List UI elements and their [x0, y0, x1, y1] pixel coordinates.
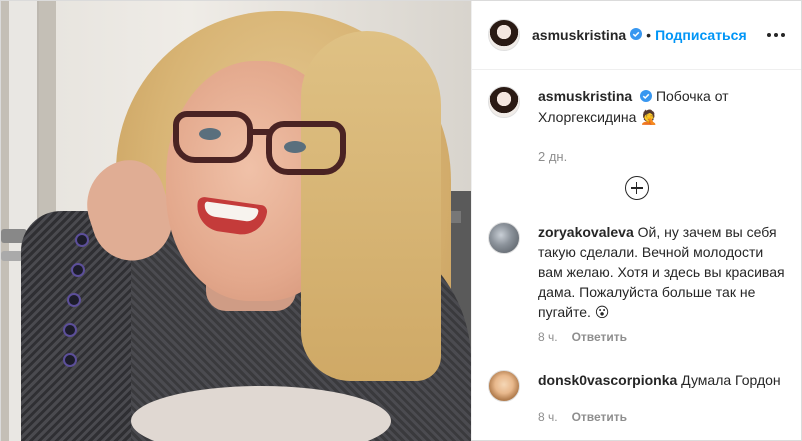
- comment-text: Думала Гордон: [681, 372, 781, 389]
- comment-body: donsk0vascorpionka Думала Гордон: [538, 370, 785, 402]
- photo-glasses-left-lens: [173, 111, 253, 163]
- comment-time[interactable]: 8 ч.: [538, 330, 558, 344]
- comment-meta: 8 ч. Ответить: [538, 330, 785, 344]
- photo-hair-front: [301, 31, 441, 381]
- photo-button: [63, 353, 77, 367]
- caption-meta: 2 дн.: [538, 149, 785, 164]
- photo-glasses-bridge: [249, 129, 269, 135]
- comment-item: donsk0vascorpionka Думала Гордон 8 ч. От…: [488, 370, 785, 424]
- comment-item: zoryakovaleva Ой, ну зачем вы себя такую…: [488, 222, 785, 344]
- commenter-avatar[interactable]: [488, 222, 520, 255]
- header-separator: •: [646, 27, 652, 43]
- comments-list: asmuskristina Побочка от Хлоргексидина 🤦…: [472, 70, 801, 424]
- caption-body: asmuskristina Побочка от Хлоргексидина 🤦: [538, 86, 785, 127]
- reply-button[interactable]: Ответить: [572, 330, 627, 344]
- author-username[interactable]: asmuskristina: [532, 27, 626, 43]
- commenter-username[interactable]: donsk0vascorpionka: [538, 372, 677, 388]
- commenter-username[interactable]: zoryakovaleva: [538, 224, 634, 240]
- comment-time[interactable]: 8 ч.: [538, 410, 558, 424]
- caption: asmuskristina Побочка от Хлоргексидина 🤦: [488, 86, 785, 127]
- instagram-post: asmuskristina • Подписаться asmuskristin…: [0, 0, 802, 441]
- reply-button[interactable]: Ответить: [572, 410, 627, 424]
- photo-button: [71, 263, 85, 277]
- verified-badge-icon: [640, 87, 653, 107]
- photo-button: [67, 293, 81, 307]
- post-photo[interactable]: [1, 1, 471, 441]
- photo-button: [75, 233, 89, 247]
- comment-meta: 8 ч. Ответить: [538, 410, 785, 424]
- load-more-comments: [488, 176, 785, 201]
- caption-time[interactable]: 2 дн.: [538, 149, 567, 164]
- caption-author-avatar[interactable]: [488, 86, 520, 118]
- follow-button[interactable]: Подписаться: [655, 27, 747, 43]
- comment-row: donsk0vascorpionka Думала Гордон: [488, 370, 785, 403]
- photo-door-handle-lower: [1, 251, 23, 261]
- comment-body: zoryakovaleva Ой, ну зачем вы себя такую…: [538, 222, 785, 322]
- caption-username[interactable]: asmuskristina: [538, 88, 632, 104]
- photo-glasses-right-lens: [266, 121, 346, 175]
- plus-circle-icon[interactable]: [624, 176, 649, 201]
- author-avatar[interactable]: [488, 19, 520, 51]
- comment-row: zoryakovaleva Ой, ну зачем вы себя такую…: [488, 222, 785, 322]
- more-options-icon[interactable]: [767, 33, 785, 37]
- post-side-panel: asmuskristina • Подписаться asmuskristin…: [471, 1, 801, 440]
- post-header: asmuskristina • Подписаться: [472, 1, 801, 70]
- photo-button: [63, 323, 77, 337]
- commenter-avatar[interactable]: [488, 370, 520, 403]
- verified-badge-icon: [630, 27, 643, 43]
